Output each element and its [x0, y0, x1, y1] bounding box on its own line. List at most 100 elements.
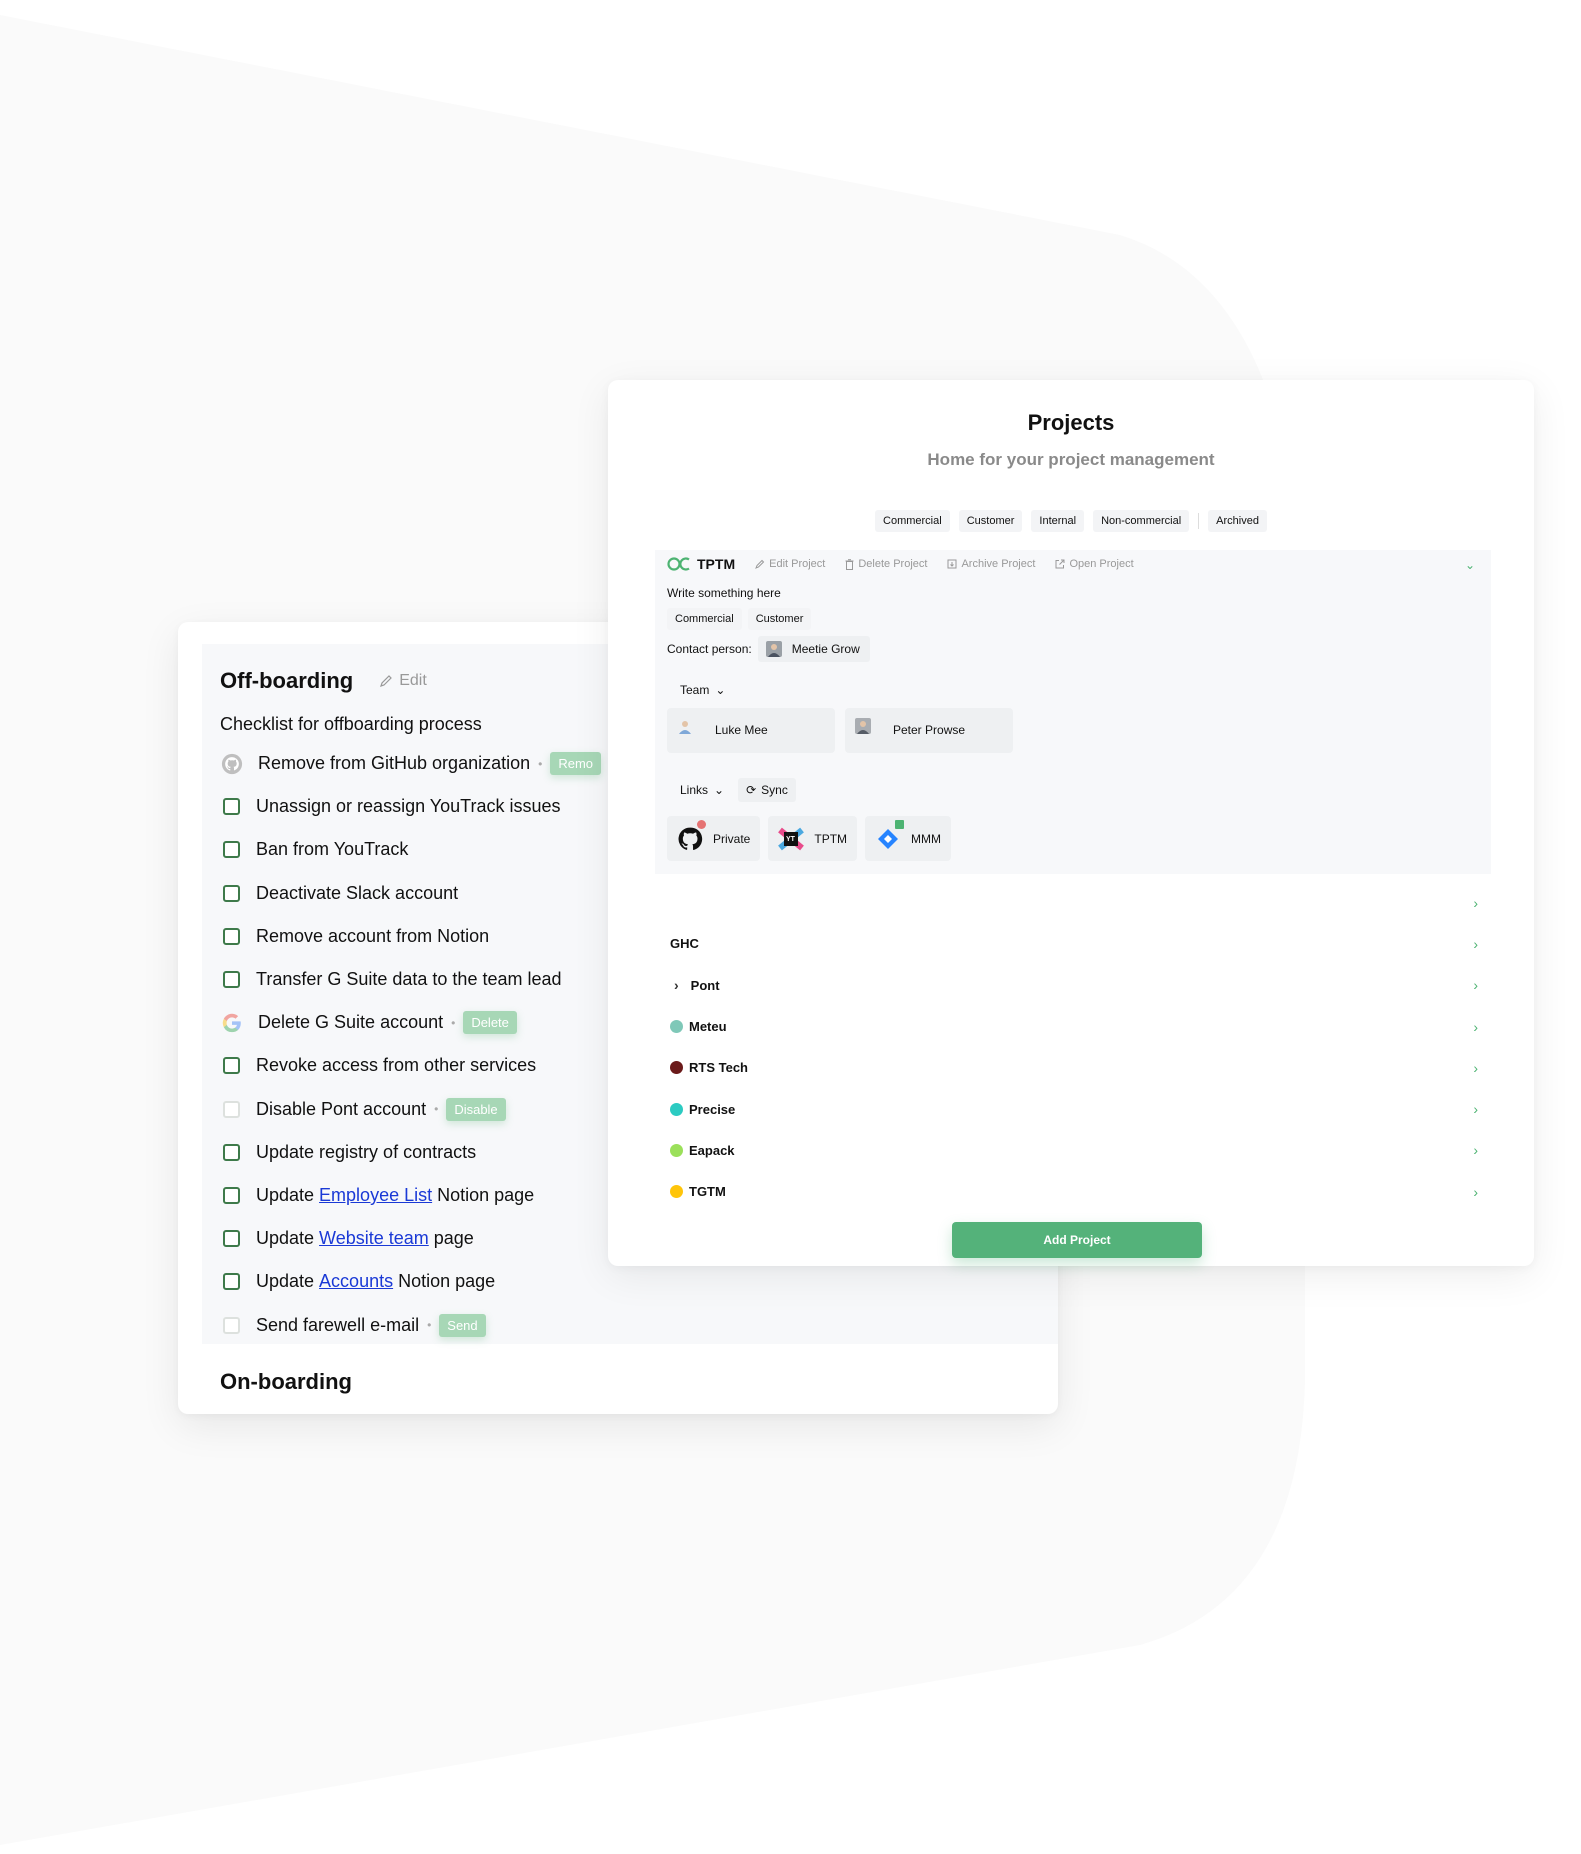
separator-dot: •: [434, 1102, 439, 1117]
edit-label: Edit: [399, 672, 427, 689]
checklist-item: Transfer G Suite data to the team lead: [220, 958, 601, 1001]
project-row[interactable]: › Pont ›: [608, 965, 1534, 1006]
chevron-right-icon[interactable]: ›: [1473, 1142, 1478, 1158]
project-name-text: Meteu: [689, 1019, 727, 1035]
sync-button[interactable]: ⟳ Sync: [738, 778, 796, 802]
item-text: Send farewell e-mail: [256, 1314, 420, 1335]
project-color-dot-icon: [670, 1185, 683, 1199]
project-row[interactable]: TGTM ›: [608, 1171, 1534, 1212]
filter-commercial[interactable]: Commercial: [875, 510, 950, 532]
open-project-button[interactable]: Open Project: [1055, 558, 1134, 570]
checklist-item: Update Accounts Notion page: [220, 1260, 601, 1303]
team-toggle[interactable]: Team ⌄: [680, 683, 725, 697]
checkbox[interactable]: [223, 1230, 240, 1248]
checkbox[interactable]: [223, 884, 240, 902]
team-member-card[interactable]: Luke Mee: [667, 708, 835, 753]
item-text: Update: [256, 1184, 320, 1205]
team-member-card[interactable]: Peter Prowse: [845, 708, 1013, 753]
chevron-right-icon[interactable]: ›: [1473, 1060, 1478, 1076]
project-name: Eapack: [670, 1143, 735, 1158]
checkbox[interactable]: [223, 841, 240, 859]
item-text: Notion page: [393, 1271, 496, 1292]
edit-project-button[interactable]: Edit Project: [755, 558, 825, 570]
project-row[interactable]: Eapack ›: [608, 1130, 1534, 1171]
chevron-down-icon: ⌄: [714, 783, 725, 797]
checklist-item: Disable Pont account • Disable: [220, 1088, 601, 1131]
project-row[interactable]: RTS Tech ›: [608, 1047, 1534, 1088]
project-name: RTS Tech: [670, 1060, 748, 1075]
chevron-right-icon[interactable]: ›: [1473, 1019, 1478, 1035]
filter-customer[interactable]: Customer: [958, 510, 1023, 532]
separator-dot: •: [451, 1015, 456, 1030]
checkbox[interactable]: [223, 927, 240, 945]
checkbox[interactable]: [223, 1186, 240, 1204]
chevron-right-icon: ›: [674, 977, 679, 994]
filter-non-commercial[interactable]: Non-commercial: [1093, 510, 1190, 532]
link-jira-mmm[interactable]: MMM: [865, 816, 952, 861]
project-name[interactable]: TPTM: [667, 556, 735, 572]
chevron-right-icon[interactable]: ›: [1473, 895, 1478, 911]
project-row[interactable]: Precise ›: [608, 1088, 1534, 1129]
chevron-right-icon[interactable]: ›: [1473, 977, 1478, 993]
chevron-right-icon[interactable]: ›: [1473, 1101, 1478, 1117]
contact-name: Meetie Grow: [791, 642, 860, 656]
archive-project-button[interactable]: Archive Project: [947, 558, 1035, 570]
meteu-logo-icon: [670, 1020, 683, 1034]
links-header: Links ⌄ ⟳ Sync: [680, 778, 796, 802]
checkbox[interactable]: [223, 1143, 240, 1161]
checkbox[interactable]: [223, 798, 240, 816]
trash-icon: [845, 558, 854, 570]
checkbox[interactable]: [223, 1273, 240, 1291]
link-youtrack-tptm[interactable]: YT TPTM: [768, 816, 858, 861]
filter-internal[interactable]: Internal: [1031, 510, 1085, 532]
edit-button[interactable]: Edit: [379, 672, 427, 690]
delete-action-button[interactable]: Delete: [463, 1011, 517, 1035]
checkbox[interactable]: [223, 1316, 240, 1334]
offboarding-description: Checklist for offboarding process: [220, 714, 482, 734]
delete-project-button[interactable]: Delete Project: [845, 558, 927, 570]
item-text: Disable Pont account: [256, 1098, 427, 1119]
project-row[interactable]: Meteu ›: [608, 1006, 1534, 1047]
chevron-right-icon[interactable]: ›: [1473, 936, 1478, 952]
item-link[interactable]: Accounts: [319, 1271, 393, 1292]
project-name-text: GHC: [670, 936, 699, 952]
add-project-button[interactable]: Add Project: [952, 1222, 1202, 1258]
archive-icon: [947, 559, 957, 569]
links-toggle[interactable]: Links ⌄: [680, 783, 724, 797]
sync-icon: ⟳: [746, 783, 757, 797]
checkbox[interactable]: [223, 1057, 240, 1075]
filter-archived[interactable]: Archived: [1208, 510, 1267, 532]
project-description[interactable]: Write something here: [667, 586, 781, 600]
external-badge-icon[interactable]: [895, 820, 905, 829]
project-color-dot-icon: [670, 1102, 683, 1116]
link-github-private[interactable]: Private: [667, 816, 761, 861]
project-row[interactable]: GHC ›: [608, 923, 1534, 964]
chevron-right-icon[interactable]: ›: [1473, 1184, 1478, 1200]
project-row[interactable]: ›: [608, 882, 1534, 923]
remove-badge-icon[interactable]: [697, 820, 706, 829]
project-name: TGTM: [670, 1184, 726, 1199]
item-text: Remove account from Notion: [256, 925, 490, 946]
item-link[interactable]: Employee List: [319, 1185, 432, 1206]
links-list: Private YT TPTM MMM: [667, 816, 952, 861]
tag-customer[interactable]: Customer: [747, 608, 812, 630]
item-text: Revoke access from other services: [256, 1055, 537, 1076]
checklist-item: Update registry of contracts: [220, 1131, 601, 1174]
item-link[interactable]: Website team: [319, 1228, 429, 1249]
offboarding-title: Off-boarding: [220, 668, 354, 693]
member-name: Peter Prowse: [893, 723, 966, 737]
contact-person-row: Contact person: Meetie Grow: [667, 636, 870, 662]
remove-action-button[interactable]: Remo: [550, 752, 602, 776]
checkbox[interactable]: [223, 971, 240, 989]
svg-text:YT: YT: [786, 836, 796, 843]
checkbox[interactable]: [223, 1100, 240, 1118]
tag-commercial[interactable]: Commercial: [667, 608, 742, 630]
avatar: [855, 718, 871, 734]
contact-label: Contact person:: [667, 642, 752, 656]
collapse-chevron-icon[interactable]: ⌄: [1465, 558, 1475, 572]
contact-person-chip[interactable]: Meetie Grow: [757, 636, 870, 662]
send-action-button[interactable]: Send: [439, 1313, 486, 1337]
item-text: Unassign or reassign YouTrack issues: [256, 796, 561, 817]
disable-action-button[interactable]: Disable: [446, 1097, 506, 1121]
pencil-icon: [755, 559, 765, 569]
